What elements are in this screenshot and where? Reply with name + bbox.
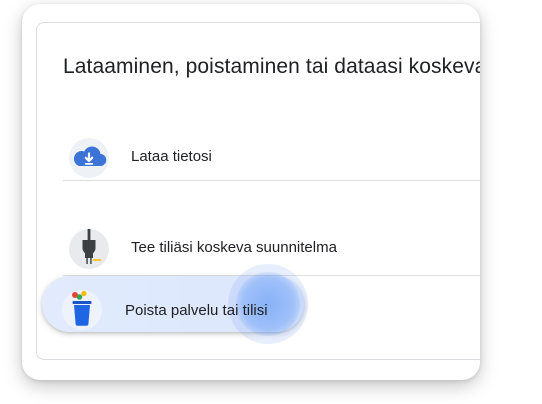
download-data-item[interactable]: Lataa tietosi: [63, 130, 480, 186]
trash-bin-icon: [62, 290, 102, 330]
account-plan-label: Tee tiliäsi koskeva suunnitelma: [131, 239, 337, 256]
screenshot-stage: Lataaminen, poistaminen tai dataasi kosk…: [0, 0, 542, 404]
settings-card: Lataaminen, poistaminen tai dataasi kosk…: [22, 4, 480, 380]
panel-title: Lataaminen, poistaminen tai dataasi kosk…: [63, 55, 480, 78]
row-divider: [63, 180, 480, 181]
power-plug-icon: [69, 229, 109, 269]
delete-account-label: Poista palvelu tai tilisi: [125, 302, 268, 319]
account-plan-item[interactable]: Tee tiliäsi koskeva suunnitelma: [63, 221, 480, 277]
download-data-label: Lataa tietosi: [131, 148, 212, 165]
delete-account-item[interactable]: Poista palvelu tai tilisi: [62, 290, 480, 346]
cloud-download-icon: [69, 138, 109, 178]
